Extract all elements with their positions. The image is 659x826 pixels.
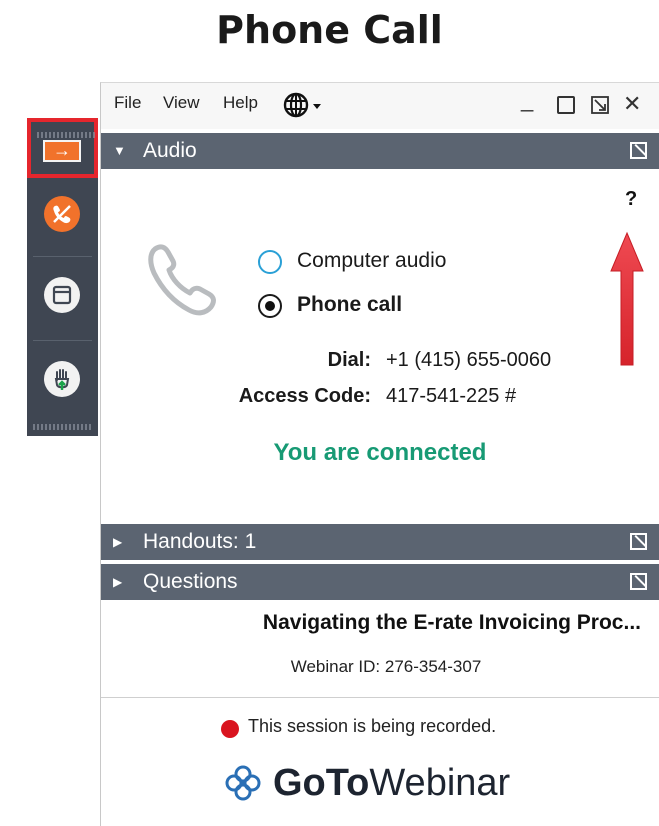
dial-label: Dial:	[327, 349, 371, 371]
access-code-value: 417-541-225 #	[386, 385, 517, 407]
logo-text-goto: GoTo	[273, 761, 370, 804]
dial-number: +1 (415) 655-0060	[386, 349, 552, 371]
globe-icon	[283, 92, 321, 118]
handouts-panel-label: Handouts: 1	[143, 530, 257, 553]
grip-lines	[33, 424, 92, 430]
menu-bar: File View Help _ ✕	[101, 83, 659, 129]
tab-divider	[33, 256, 92, 257]
collapse-panel-button[interactable]: →	[27, 118, 98, 178]
close-button[interactable]: ✕	[623, 93, 641, 115]
triangle-right-icon: ▶	[113, 575, 123, 589]
computer-audio-radio[interactable]	[258, 250, 282, 274]
connection-status: You are connected	[273, 439, 487, 466]
computer-audio-label[interactable]: Computer audio	[297, 249, 446, 273]
language-globe-dropdown[interactable]	[283, 92, 329, 123]
annotation-arrow-up-icon	[610, 231, 644, 366]
help-button[interactable]: ?	[625, 188, 637, 211]
mute-phone-button[interactable]	[44, 196, 80, 232]
popout-icon[interactable]	[630, 533, 647, 550]
popout-button[interactable]	[591, 96, 609, 114]
control-panel-grab-tab[interactable]: →	[27, 118, 98, 436]
popout-icon[interactable]	[630, 142, 647, 159]
triangle-down-icon: ▼	[113, 143, 126, 158]
phone-call-radio[interactable]	[258, 294, 282, 318]
recording-notice: This session is being recorded.	[248, 716, 497, 736]
menu-file[interactable]: File	[114, 93, 141, 113]
gotowebinar-logo: GoTo Webinar	[223, 761, 510, 805]
questions-panel-header[interactable]: ▶ Questions	[101, 564, 659, 600]
phone-muted-icon	[53, 205, 71, 224]
page-title: Phone Call	[216, 8, 443, 52]
raise-hand-button[interactable]	[44, 361, 80, 397]
webinar-id: Webinar ID: 276-354-307	[290, 657, 482, 676]
access-code-label: Access Code:	[238, 385, 371, 407]
handouts-panel-header[interactable]: ▶ Handouts: 1	[101, 524, 659, 560]
tab-divider	[33, 340, 92, 341]
menu-help[interactable]: Help	[223, 93, 258, 113]
logo-text-webinar: Webinar	[369, 761, 511, 804]
raise-hand-icon	[54, 369, 70, 390]
minimize-button[interactable]: _	[521, 89, 533, 111]
grip-lines	[37, 132, 96, 138]
phone-call-label[interactable]: Phone call	[297, 293, 402, 317]
gotowebinar-flower-icon	[225, 765, 261, 801]
screen-view-button[interactable]	[44, 277, 80, 313]
phone-handset-icon	[148, 244, 216, 316]
recording-indicator-icon	[221, 720, 239, 738]
questions-panel-label: Questions	[143, 570, 238, 593]
maximize-button[interactable]	[557, 96, 575, 114]
audio-panel-header[interactable]: ▼ Audio	[101, 133, 659, 169]
triangle-right-icon: ▶	[113, 535, 123, 549]
chevron-down-icon	[313, 104, 321, 109]
popout-icon[interactable]	[630, 573, 647, 590]
window-icon	[52, 285, 72, 305]
arrow-right-icon: →	[43, 140, 81, 162]
popout-icon	[591, 96, 609, 114]
webinar-title: Navigating the E-rate Invoicing Proc...	[262, 611, 641, 634]
divider	[101, 697, 659, 698]
menu-view[interactable]: View	[163, 93, 200, 113]
audio-panel-label: Audio	[143, 139, 197, 162]
gotowebinar-control-panel: File View Help _ ✕ ▼ Audio ? Computer au…	[100, 82, 659, 826]
